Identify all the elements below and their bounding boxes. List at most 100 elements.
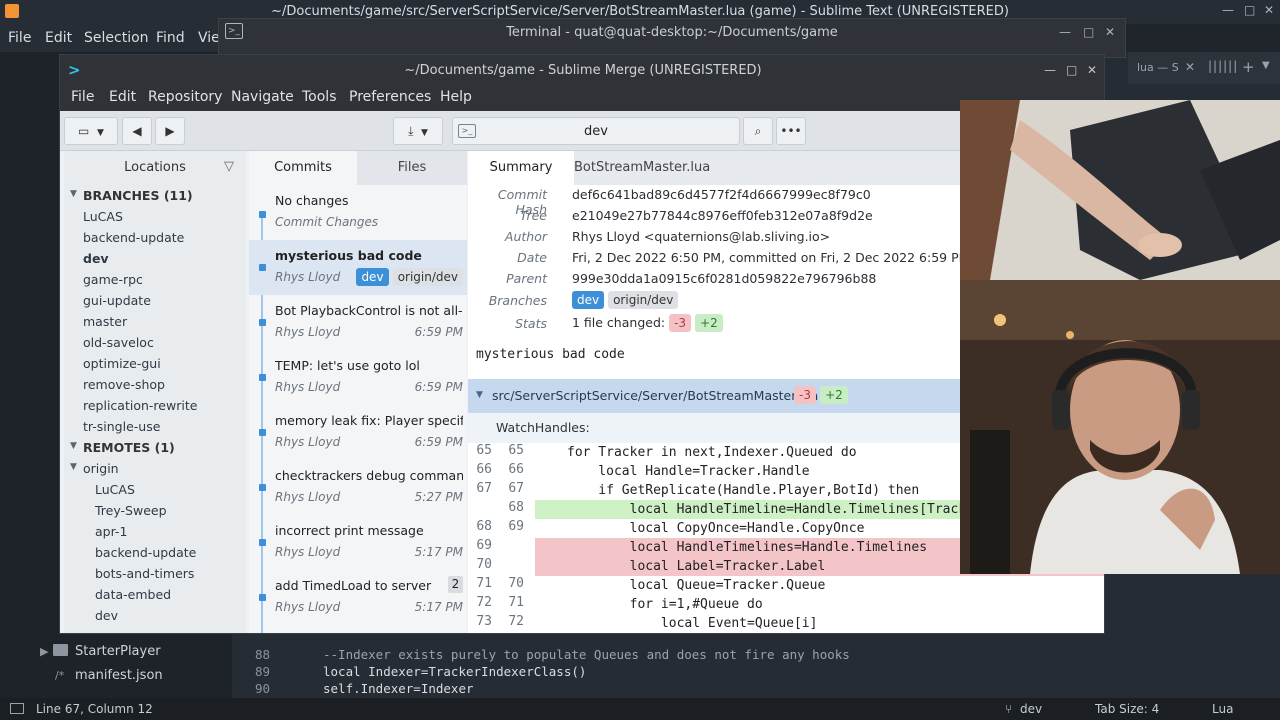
status-syntax[interactable]: Lua [1212, 702, 1233, 716]
chevron-down-icon: ▼ [70, 462, 77, 472]
menu-navigate[interactable]: Navigate [231, 89, 294, 105]
remote-branch-item[interactable]: LuCAS [64, 480, 246, 501]
branch-item[interactable]: LuCAS [64, 207, 246, 228]
close-icon[interactable]: ✕ [1087, 63, 1097, 77]
branch-tag[interactable]: dev [572, 291, 605, 309]
branch-item[interactable]: old-saveloc [64, 333, 246, 354]
code-line[interactable]: 90 self.Indexer=Indexer [232, 681, 1132, 698]
remote-branch-item[interactable]: apr-1 [64, 522, 246, 543]
commit-row[interactable]: memory leak fix: Player specific Tracker… [249, 405, 467, 460]
tab-close-icon[interactable]: ✕ [1185, 60, 1195, 74]
menu-view[interactable]: Vie [198, 30, 220, 46]
menu-find[interactable]: Find [156, 30, 185, 46]
menu-preferences[interactable]: Preferences [349, 89, 431, 105]
arrow-left-icon: ◀ [132, 124, 142, 138]
diff-line[interactable]: 72 71 for i=1,#Queue do [468, 595, 1104, 614]
maximize-icon[interactable]: □ [1083, 25, 1094, 39]
menu-file[interactable]: File [8, 30, 31, 46]
branch-selector[interactable]: >_ dev [452, 117, 740, 145]
branch-item[interactable]: remove-shop [64, 375, 246, 396]
branch-tag[interactable]: origin/dev [608, 291, 679, 309]
arrow-right-icon: ▶ [165, 124, 175, 138]
close-icon[interactable]: ✕ [1264, 3, 1274, 17]
tab-overflow-icon[interactable]: ▼ [1262, 60, 1270, 71]
commit-row[interactable]: checktrackers debug command Rhys Lloyd 5… [249, 460, 467, 515]
remote-item-origin[interactable]: ▼ origin [64, 459, 246, 480]
menu-tools[interactable]: Tools [302, 89, 337, 105]
added-count: +2 [820, 386, 848, 404]
removed-count: -3 [794, 386, 816, 404]
chevron-right-icon: ▶ [40, 645, 49, 658]
menu-edit[interactable]: Edit [45, 30, 72, 46]
branch-item[interactable]: master [64, 312, 246, 333]
branch-item[interactable]: backend-update [64, 228, 246, 249]
commit-row-selected[interactable]: mysterious bad code Rhys Lloyd dev origi… [249, 240, 467, 295]
menu-edit[interactable]: Edit [109, 89, 136, 105]
branch-item[interactable]: tr-single-use [64, 417, 246, 438]
branch-item-current[interactable]: dev [64, 249, 246, 270]
locations-pane: Locations ▽ ▼ BRANCHES (11) LuCAS backen… [64, 151, 246, 633]
branch-tag[interactable]: origin/dev [392, 268, 463, 286]
sidebar-toggle-icon[interactable] [10, 703, 24, 714]
minimize-icon[interactable]: — [1044, 63, 1056, 77]
commit-node [259, 484, 266, 491]
status-bar: Line 67, Column 12 ⑂ dev Tab Size: 4 Lua [0, 698, 1280, 720]
forward-button[interactable]: ▶ [155, 117, 185, 145]
search-icon: ⌕ [754, 124, 762, 138]
branch-item[interactable]: game-rpc [64, 270, 246, 291]
commit-row[interactable]: TEMP: let's use goto lol Rhys Lloyd 6:59… [249, 350, 467, 405]
tab-files[interactable]: Files [357, 151, 467, 185]
branch-tag[interactable]: dev [356, 268, 389, 286]
merge-menubar: File Edit Repository Navigate Tools Pref… [60, 85, 1104, 111]
diff-file-path: src/ServerScriptService/Server/BotStream… [492, 388, 819, 403]
commit-row-uncommitted[interactable]: No changes Commit Changes [249, 185, 467, 240]
minimap-icon: |||||| [1208, 59, 1239, 73]
commit-row[interactable]: add TimedLoad to server 2 Rhys Lloyd 5:1… [249, 570, 467, 625]
commit-message: mysterious bad code [476, 347, 625, 362]
new-tab-icon[interactable]: + [1242, 58, 1255, 76]
tab-commits[interactable]: Commits [249, 151, 357, 185]
tab-file[interactable]: BotStreamMaster.lua [574, 151, 710, 185]
remote-branch-item[interactable]: backend-update [64, 543, 246, 564]
cursor-position: Line 67, Column 12 [36, 702, 153, 716]
sublime-text-tabbar: lua — S ✕ |||||| + ▼ [1128, 52, 1280, 84]
branch-item[interactable]: replication-rewrite [64, 396, 246, 417]
remote-branch-item[interactable]: bots-and-timers [64, 564, 246, 585]
commit-row[interactable]: incorrect print message Rhys Lloyd 5:17 … [249, 515, 467, 570]
maximize-icon[interactable]: □ [1244, 3, 1255, 17]
diff-line[interactable]: 71 70 local Queue=Tracker.Queue [468, 576, 1104, 595]
status-branch[interactable]: dev [1020, 702, 1042, 716]
menu-help[interactable]: Help [440, 89, 472, 105]
branches-header[interactable]: ▼ BRANCHES (11) [64, 186, 246, 207]
tab-summary[interactable]: Summary [468, 151, 574, 185]
tree-item-starterplayer[interactable]: ▶ StarterPlayer [0, 642, 232, 664]
remote-branch-item[interactable]: Trey-Sweep [64, 501, 246, 522]
editor-tab-label[interactable]: lua — S [1137, 61, 1179, 74]
stash-button[interactable]: ⤓ ▼ [393, 117, 443, 145]
tree-item-manifest[interactable]: /* manifest.json [0, 666, 232, 688]
menu-selection[interactable]: Selection [84, 30, 149, 46]
close-icon[interactable]: ✕ [1105, 25, 1115, 39]
sidebar-toggle-button[interactable]: ▭ ▼ [64, 117, 118, 145]
code-line[interactable]: 89 local Indexer=TrackerIndexerClass() [232, 664, 1132, 681]
status-tab-size[interactable]: Tab Size: 4 [1095, 702, 1159, 716]
commit-node [259, 594, 266, 601]
more-button[interactable]: ••• [776, 117, 806, 145]
menu-repository[interactable]: Repository [148, 89, 222, 105]
diff-line[interactable]: 73 72 local Event=Queue[i] [468, 614, 1104, 633]
menu-file[interactable]: File [71, 89, 94, 105]
chevron-down-icon: ▼ [97, 128, 104, 138]
back-button[interactable]: ◀ [122, 117, 152, 145]
maximize-icon[interactable]: □ [1066, 63, 1077, 77]
minimize-icon[interactable]: — [1222, 3, 1234, 17]
branch-item[interactable]: optimize-gui [64, 354, 246, 375]
search-button[interactable]: ⌕ [743, 117, 773, 145]
remote-branch-item[interactable]: dev [64, 606, 246, 627]
minimize-icon[interactable]: — [1059, 25, 1071, 39]
commit-row[interactable]: Bot PlaybackControl is not all-replicate… [249, 295, 467, 350]
code-line[interactable]: 88 --Indexer exists purely to populate Q… [232, 647, 1132, 664]
remotes-header[interactable]: ▼ REMOTES (1) [64, 438, 246, 459]
branch-item[interactable]: gui-update [64, 291, 246, 312]
filter-icon[interactable]: ▽ [224, 159, 234, 174]
remote-branch-item[interactable]: data-embed [64, 585, 246, 606]
